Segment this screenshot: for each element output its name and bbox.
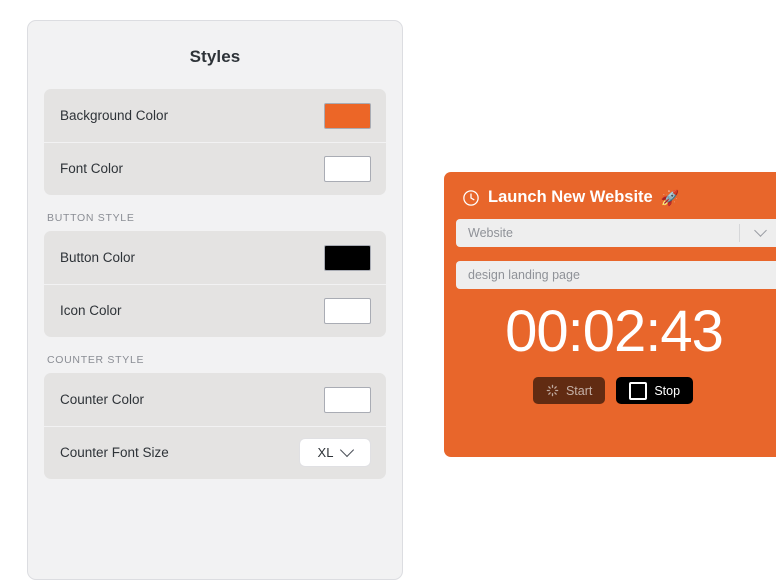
row-button-color[interactable]: Button Color xyxy=(44,231,386,284)
font-color-swatch[interactable] xyxy=(324,155,371,182)
row-label: Background Color xyxy=(60,108,169,123)
page-title: Styles xyxy=(189,47,241,66)
counter-font-size-select[interactable]: XL xyxy=(299,438,371,467)
background-color-swatch[interactable] xyxy=(324,102,371,129)
widget-header: Launch New Website 🚀 xyxy=(462,188,776,207)
row-label: Icon Color xyxy=(60,303,122,318)
counter-color-swatch[interactable] xyxy=(324,386,371,413)
styles-group-button: Button Color Icon Color xyxy=(44,231,386,337)
row-counter-font-size[interactable]: Counter Font Size XL xyxy=(44,426,386,479)
stop-button-label: Stop xyxy=(654,383,681,398)
icon-color-swatch[interactable] xyxy=(324,297,371,324)
stop-square-icon xyxy=(629,381,648,400)
rocket-icon: 🚀 xyxy=(660,189,680,207)
clock-icon xyxy=(463,189,479,206)
timer-controls: Start Stop xyxy=(456,377,776,404)
chevron-down-icon[interactable] xyxy=(740,223,776,238)
counter-font-size-value: XL xyxy=(317,445,334,460)
row-label: Counter Color xyxy=(60,392,145,407)
start-button[interactable]: Start xyxy=(532,377,606,404)
task-name-input[interactable]: design landing page xyxy=(456,261,776,289)
timer-display: 00:02:43 xyxy=(505,299,724,364)
section-label-button-style: BUTTON STYLE xyxy=(47,212,135,224)
styles-group-counter: Counter Color Counter Font Size XL xyxy=(44,373,386,479)
styles-group-general: Background Color Font Color xyxy=(44,89,386,195)
row-label: Counter Font Size xyxy=(60,445,169,460)
task-name-value: design landing page xyxy=(468,268,580,282)
row-background-color[interactable]: Background Color xyxy=(44,89,386,142)
row-icon-color[interactable]: Icon Color xyxy=(44,284,386,337)
category-select-value: Website xyxy=(468,226,513,240)
timer-widget: Launch New Website 🚀 Website design land… xyxy=(444,172,776,457)
spinner-icon xyxy=(546,384,559,397)
row-label: Font Color xyxy=(60,161,124,176)
button-color-swatch[interactable] xyxy=(324,244,371,271)
row-counter-color[interactable]: Counter Color xyxy=(44,373,386,426)
row-font-color[interactable]: Font Color xyxy=(44,142,386,195)
stop-button[interactable]: Stop xyxy=(616,377,694,404)
start-button-label: Start xyxy=(565,383,593,398)
section-label-counter-style: COUNTER STYLE xyxy=(47,354,145,366)
category-select[interactable]: Website xyxy=(456,219,776,247)
styles-settings-panel: Styles Background Color Font Color BUTTO… xyxy=(27,20,403,580)
widget-title: Launch New Website xyxy=(488,188,653,206)
chevron-down-icon xyxy=(340,442,355,457)
row-label: Button Color xyxy=(60,250,136,265)
